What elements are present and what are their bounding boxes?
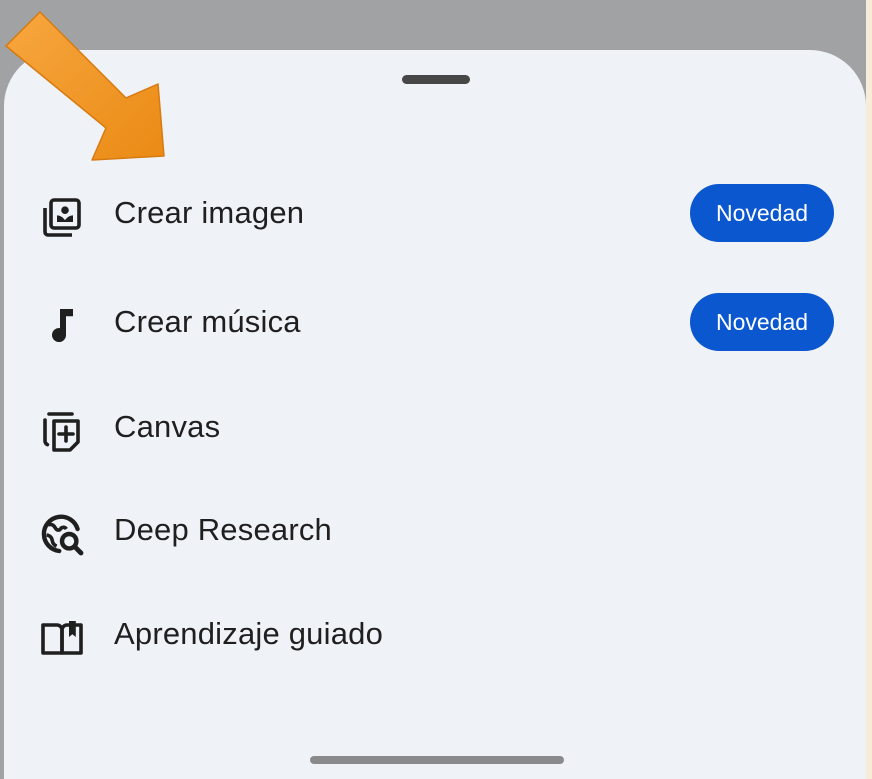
menu-item-canvas[interactable]: Canvas — [4, 382, 866, 472]
open-book-icon — [38, 614, 86, 662]
menu-item-deep-research[interactable]: Deep Research — [4, 485, 866, 575]
menu-item-label: Canvas — [114, 409, 221, 444]
new-badge: Novedad — [690, 293, 834, 351]
globe-search-icon — [38, 510, 86, 558]
menu-item-label: Crear música — [114, 304, 301, 339]
menu-item-label: Aprendizaje guiado — [114, 616, 384, 651]
bottom-sheet: Crear imagen Novedad Crear música Noveda… — [4, 50, 866, 779]
music-note-icon — [38, 302, 86, 350]
menu-item-label: Deep Research — [114, 512, 332, 547]
menu-item-guided-learning[interactable]: Aprendizaje guiado — [4, 589, 866, 679]
menu-item-create-music[interactable]: Crear música Novedad — [4, 277, 866, 367]
gesture-navigation-bar[interactable] — [310, 756, 564, 764]
canvas-add-icon — [38, 407, 86, 455]
sheet-drag-handle[interactable] — [402, 75, 470, 84]
menu-item-create-image[interactable]: Crear imagen Novedad — [4, 168, 866, 258]
menu-item-label: Crear imagen — [114, 195, 305, 230]
new-badge: Novedad — [690, 184, 834, 242]
image-gallery-icon — [38, 193, 86, 241]
